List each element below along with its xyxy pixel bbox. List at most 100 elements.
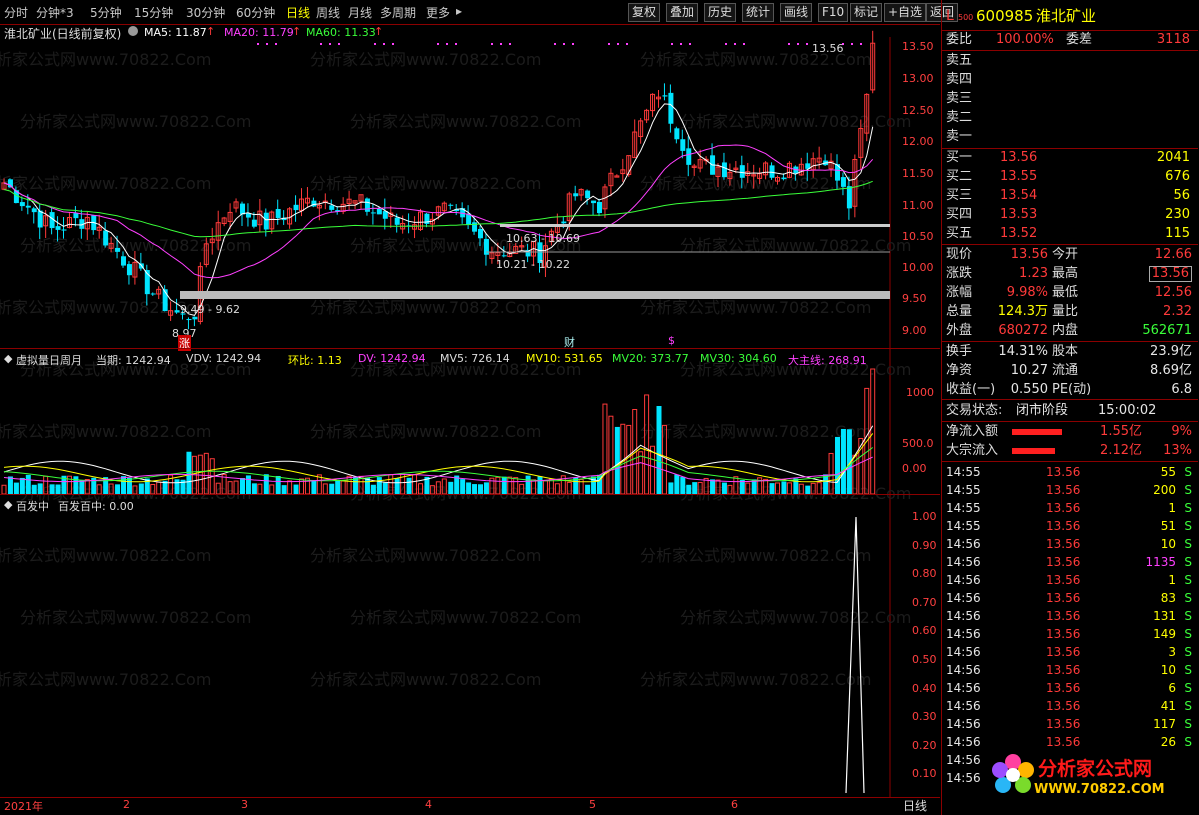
- watermark-text: 分析家公式网www.70822.Com: [0, 174, 211, 193]
- more-dropdown-icon[interactable]: ▸: [456, 4, 462, 18]
- signal-dot: [734, 43, 736, 45]
- main-y-tick: 12.50: [902, 104, 934, 117]
- toolbar-button-7[interactable]: +自选: [884, 3, 927, 22]
- volume-current: 当期: 1242.94: [96, 354, 171, 367]
- volume-settings-icon[interactable]: ◆: [4, 352, 12, 365]
- signal-dot: [329, 43, 331, 45]
- volume-bar: [13, 482, 19, 494]
- signal-dot: [383, 43, 385, 45]
- toolbar-button-2[interactable]: 历史: [704, 3, 737, 22]
- range-annotation-2: 10.63 - 10.69: [506, 232, 580, 245]
- candle-body: [501, 255, 507, 257]
- market-prefix: L: [946, 8, 954, 24]
- period-label: 日线: [903, 799, 928, 813]
- volume-bar: [608, 415, 614, 495]
- volume-bar: [293, 484, 299, 494]
- toolbar-button-5[interactable]: F10: [818, 3, 849, 22]
- volume-bar: [585, 484, 591, 494]
- logo-title: 分析家公式网: [1038, 758, 1153, 780]
- period-tab-7[interactable]: 周线: [316, 4, 340, 21]
- tick-row: 14:56 13.56 131 S: [946, 609, 1192, 623]
- period-tab-3[interactable]: 15分钟: [134, 4, 173, 21]
- volume-bar: [55, 484, 61, 494]
- volume-bar: [382, 482, 388, 494]
- tick-row: 14:56 13.56 1135 S: [946, 555, 1192, 569]
- candle-body: [721, 162, 727, 178]
- watermark-text: 分析家公式网www.70822.Com: [20, 608, 251, 627]
- watermark-text: 分析家公式网www.70822.Com: [350, 112, 581, 131]
- watermark-text: 分析家公式网www.70822.Com: [310, 298, 541, 317]
- candle-body: [472, 222, 478, 232]
- candle-body: [739, 165, 745, 178]
- candle-body: [186, 319, 192, 321]
- volume-bar: [37, 483, 43, 494]
- volume-bar: [287, 480, 293, 495]
- candle-body: [680, 139, 686, 151]
- signal-dot: [851, 43, 853, 45]
- indicator-settings-icon[interactable]: ◆: [4, 498, 12, 511]
- watermark-text: 分析家公式网www.70822.Com: [310, 174, 541, 193]
- volume-bar: [644, 394, 650, 495]
- period-tab-9[interactable]: 多周期: [380, 4, 416, 21]
- brand-logo[interactable]: 分析家公式网 WWW.70822.COM: [990, 748, 1165, 806]
- candle-body: [573, 193, 579, 197]
- volume-bar: [602, 403, 608, 495]
- quote-row: 现价 13.56 今开 12.66: [946, 247, 1192, 262]
- indicator-y-tick: 0.90: [912, 538, 937, 552]
- indicator-y-tick: 0.80: [912, 567, 937, 581]
- volume-bar: [823, 474, 829, 494]
- volume-bar: [781, 481, 787, 494]
- chart-settings-icon[interactable]: [128, 26, 138, 36]
- toolbar-button-1[interactable]: 叠加: [666, 3, 699, 22]
- chart-area: 分析家公式网www.70822.Com 分析家公式网www.70822.Com 分析…: [0, 25, 940, 815]
- buy-level-row: 买四 13.53 230: [946, 207, 1190, 222]
- event-marker-dollar[interactable]: $: [668, 334, 675, 347]
- signal-dot: [554, 43, 556, 45]
- watermark-text: 分析家公式网www.70822.Com: [20, 112, 251, 131]
- period-tab-6[interactable]: 日线: [286, 4, 310, 21]
- candle-body: [150, 293, 156, 295]
- tick-row: 14:56 13.56 149 S: [946, 627, 1192, 641]
- period-tab-2[interactable]: 5分钟: [90, 4, 122, 21]
- main-y-tick: 12.00: [902, 135, 934, 148]
- indicator-y-tick: 0.20: [912, 738, 937, 752]
- fund-flow-row: 大宗流入 2.12亿 13%: [946, 443, 1192, 458]
- period-tab-8[interactable]: 月线: [348, 4, 372, 21]
- main-y-tick: 10.00: [902, 261, 934, 274]
- sell-level-row: 卖三: [946, 91, 973, 106]
- toolbar-button-3[interactable]: 统计: [742, 3, 775, 22]
- x-axis-label: 2021年: [4, 800, 43, 813]
- candle-body: [585, 190, 591, 199]
- ma60-label: MA60: 11.33: [306, 26, 376, 39]
- period-tab-10[interactable]: 更多: [426, 4, 450, 21]
- x-axis-border: [0, 797, 940, 798]
- candle-body: [240, 203, 245, 215]
- indicator-value: 百发百中: 0.00: [58, 500, 134, 513]
- volume-bar: [25, 474, 31, 494]
- toolbar-button-4[interactable]: 画线: [780, 3, 813, 22]
- signal-dot: [266, 43, 268, 45]
- main-y-tick: 13.00: [902, 72, 934, 85]
- period-tab-5[interactable]: 60分钟: [236, 4, 275, 21]
- signal-dot: [572, 43, 574, 45]
- logo-url: WWW.70822.COM: [1034, 782, 1165, 797]
- toolbar-button-0[interactable]: 复权: [628, 3, 661, 22]
- period-tab-4[interactable]: 30分钟: [186, 4, 225, 21]
- signal-dot: [437, 43, 439, 45]
- watermark-text: 分析家公式网www.70822.Com: [640, 546, 871, 565]
- watermark-text: 分析家公式网www.70822.Com: [350, 608, 581, 627]
- signal-dot: [392, 43, 394, 45]
- chart-canvas[interactable]: 分析家公式网www.70822.Com 分析家公式网www.70822.Com 分析…: [0, 25, 940, 815]
- period-tab-0[interactable]: 分时: [4, 4, 28, 21]
- main-y-tick: 9.00: [902, 324, 927, 337]
- candle-body: [840, 177, 846, 187]
- volume-bar: [138, 483, 144, 494]
- candle-body: [370, 212, 376, 214]
- signal-dot: [725, 43, 727, 45]
- toolbar-button-6[interactable]: 标记: [850, 3, 883, 22]
- candle-body: [275, 208, 281, 219]
- period-toolbar: 分时 分钟*3 5分钟 15分钟 30分钟 60分钟 日线 周线 月线 多周期 更多 ▸ 复权 叠加 历史…: [0, 0, 959, 25]
- candle-body: [31, 208, 37, 213]
- tick-row: 14:56 13.56 6 S: [946, 681, 1192, 695]
- period-tab-1[interactable]: 分钟*3: [36, 4, 74, 21]
